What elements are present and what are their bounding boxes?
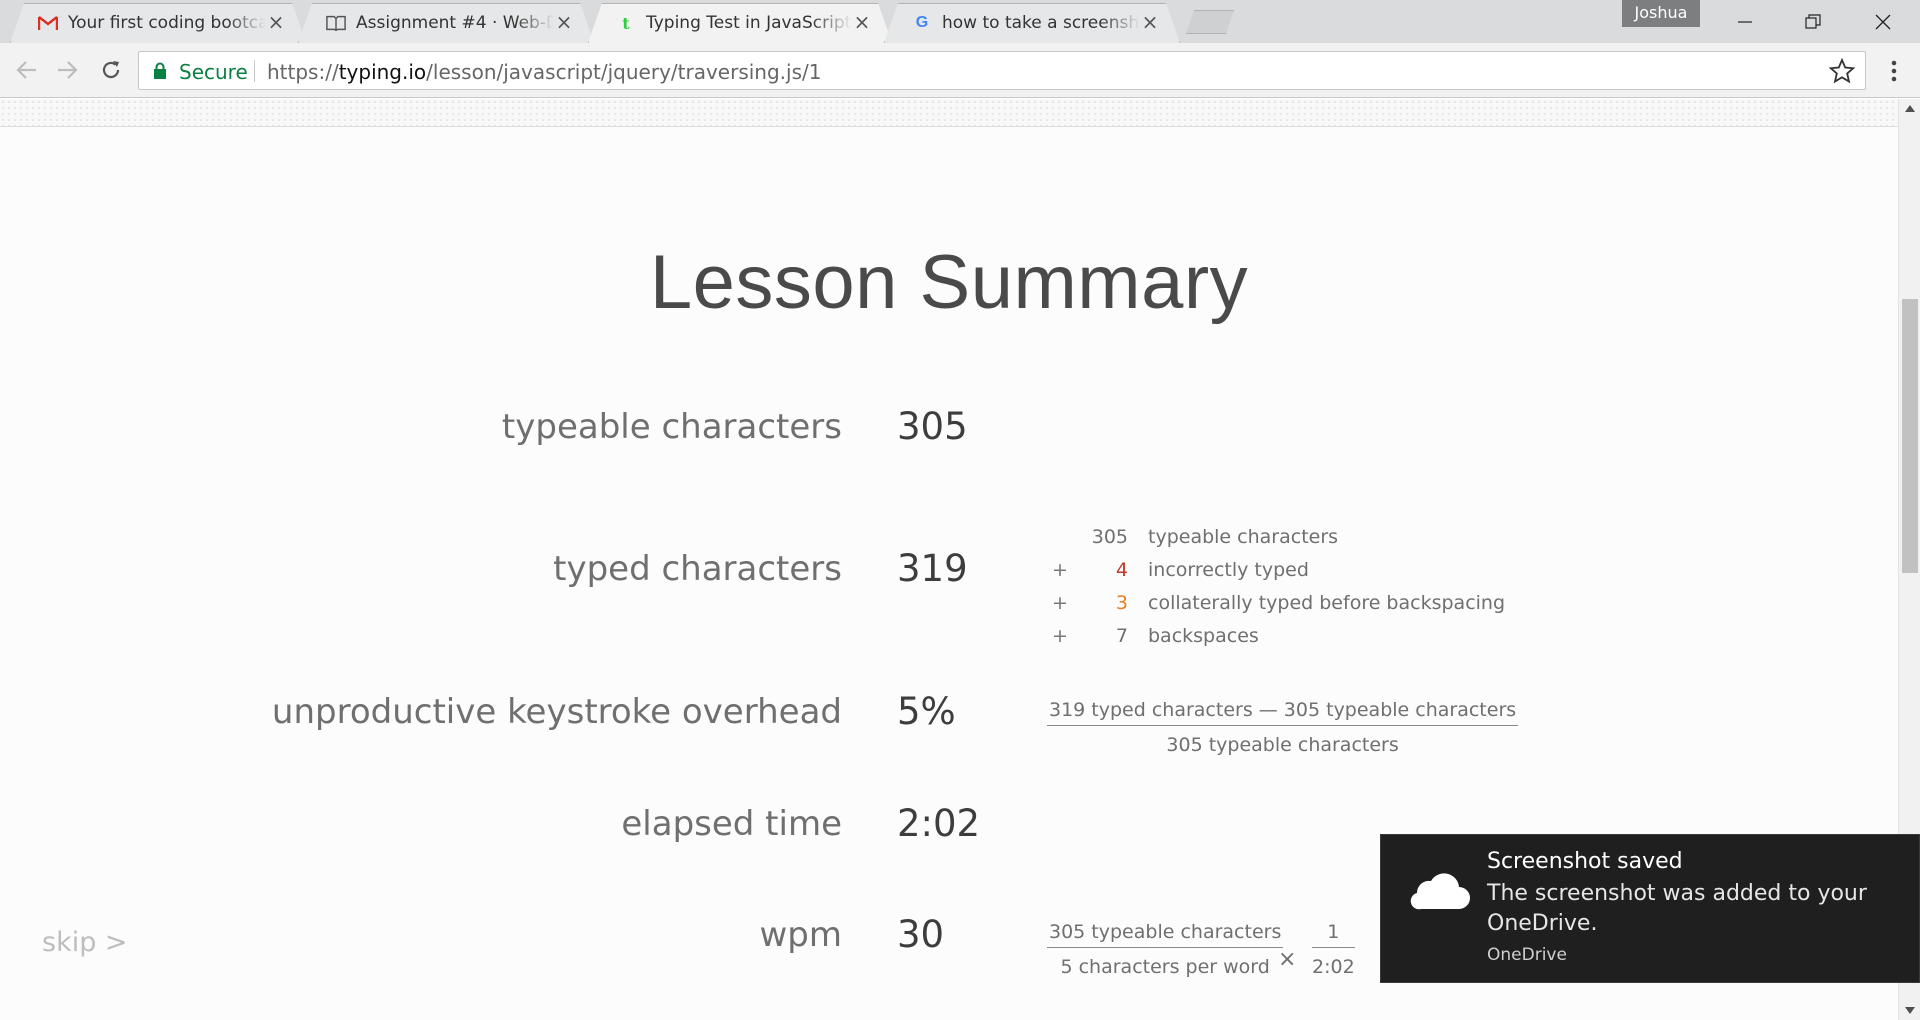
cloud-icon <box>1410 873 1470 910</box>
close-window-button[interactable] <box>1848 0 1918 43</box>
address-separator <box>254 60 255 82</box>
wpm-label: wpm <box>759 915 842 955</box>
typed-characters-value: 319 <box>897 547 968 590</box>
wpm-numerator-2: 1 <box>1312 921 1355 948</box>
minimize-icon <box>1738 20 1752 23</box>
wpm-denominator: 5 characters per word <box>1060 956 1270 978</box>
skip-link[interactable]: skip > <box>42 927 128 958</box>
elapsed-time-value: 2:02 <box>897 802 981 845</box>
scroll-down-arrow-icon[interactable] <box>1905 1007 1915 1014</box>
typeable-characters-label: typeable characters <box>501 407 842 447</box>
notification-body: The screenshot was added to your OneDriv… <box>1487 881 1867 936</box>
tab-assignment[interactable]: Assignment #4 · Web-Dev × <box>298 3 594 43</box>
url-text[interactable]: https://typing.io/lesson/javascript/jque… <box>267 60 821 84</box>
close-tab-icon[interactable]: × <box>266 12 286 32</box>
breakdown-row: 305 typeable characters <box>1091 526 1339 548</box>
tab-title: Your first coding bootcamp <box>68 13 266 33</box>
tab-title: how to take a screenshot <box>942 13 1140 33</box>
wpm-numerator: 305 typeable characters <box>1047 921 1284 948</box>
more-vert-icon <box>1891 60 1897 82</box>
elapsed-time-label: elapsed time <box>621 804 842 844</box>
profile-button[interactable]: Joshua <box>1622 0 1700 27</box>
close-tab-icon[interactable]: × <box>1140 12 1160 32</box>
wpm-formula-right: 1 2:02 <box>1312 921 1355 978</box>
overhead-value: 5% <box>897 690 956 733</box>
restore-icon <box>1805 13 1821 29</box>
breakdown-row: +3 collaterally typed before backspacing <box>1052 592 1506 614</box>
bookmark-star-icon[interactable] <box>1829 58 1855 84</box>
close-tab-icon[interactable]: × <box>554 12 574 32</box>
typed-characters-label: typed characters <box>553 549 842 589</box>
wpm-formula-left: 305 typeable characters 5 characters per… <box>1047 921 1284 978</box>
close-tab-icon[interactable]: × <box>852 12 872 32</box>
new-tab-button[interactable] <box>1186 10 1234 34</box>
google-icon: G <box>915 14 929 31</box>
tab-gmail[interactable]: Your first coding bootcamp × <box>10 3 306 43</box>
browser-toolbar: Secure https://typing.io/lesson/javascri… <box>0 43 1920 98</box>
reload-button[interactable] <box>94 53 128 87</box>
overhead-formula: 319 typed characters — 305 typeable char… <box>1047 699 1519 756</box>
tab-title: Typing Test in JavaScript <box>646 13 852 33</box>
secure-label: Secure <box>179 60 248 84</box>
forward-button[interactable] <box>50 53 84 87</box>
gmail-icon <box>38 13 58 33</box>
typing-io-icon: t <box>622 13 630 33</box>
back-arrow-icon <box>16 61 36 79</box>
notification-source: OneDrive <box>1487 945 1567 965</box>
breakdown-row: +4 incorrectly typed <box>1052 559 1309 581</box>
page-title: Lesson Summary <box>649 240 1249 325</box>
book-icon <box>326 13 346 33</box>
address-bar[interactable]: Secure https://typing.io/lesson/javascri… <box>138 51 1866 90</box>
overhead-denominator: 305 typeable characters <box>1166 734 1399 756</box>
notification-title: Screenshot saved <box>1487 849 1683 874</box>
tab-typing-test[interactable]: t Typing Test in JavaScript × <box>588 3 892 43</box>
forward-arrow-icon <box>58 61 78 79</box>
restore-button[interactable] <box>1778 0 1848 43</box>
header-pattern <box>0 99 1898 127</box>
back-button[interactable] <box>10 53 44 87</box>
wpm-denominator-2: 2:02 <box>1312 956 1355 978</box>
minimize-button[interactable] <box>1710 0 1780 43</box>
overhead-label: unproductive keystroke overhead <box>271 692 842 732</box>
wpm-value: 30 <box>897 913 945 956</box>
overhead-numerator: 319 typed characters — 305 typeable char… <box>1047 699 1519 726</box>
tab-google-search[interactable]: G how to take a screenshot × <box>884 3 1180 43</box>
browser-menu-button[interactable] <box>1880 57 1908 85</box>
typeable-characters-value: 305 <box>897 405 968 448</box>
onedrive-notification[interactable]: Screenshot saved The screenshot was adde… <box>1380 834 1920 983</box>
tab-title: Assignment #4 · Web-Dev <box>356 13 554 33</box>
reload-icon <box>102 61 120 79</box>
scrollbar-thumb[interactable] <box>1902 299 1918 573</box>
multiply-sign: × <box>1278 947 1297 972</box>
tab-strip: Your first coding bootcamp × Assignment … <box>0 0 1920 43</box>
breakdown-row: +7 backspaces <box>1052 625 1259 647</box>
close-window-icon <box>1875 14 1891 29</box>
lock-icon <box>154 62 166 79</box>
scroll-up-arrow-icon[interactable] <box>1905 105 1915 112</box>
